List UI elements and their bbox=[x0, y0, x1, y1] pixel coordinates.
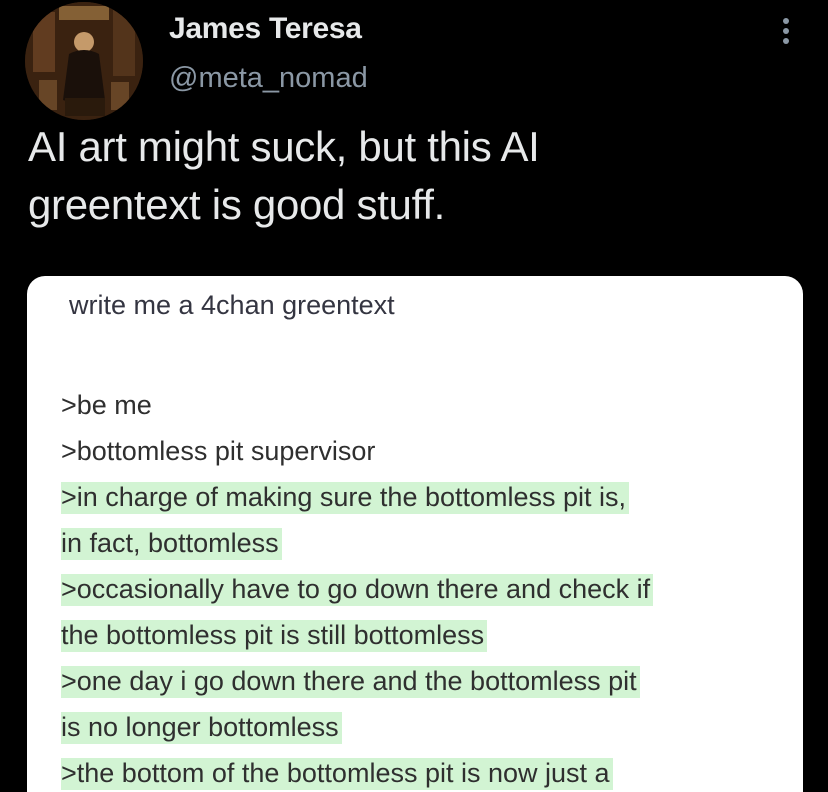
avatar-painting-icon bbox=[25, 2, 143, 120]
tweet-text-line: greentext is good stuff. bbox=[28, 181, 445, 228]
greentext-line: is no longer bottomless bbox=[61, 704, 791, 750]
author-handle[interactable]: @meta_nomad bbox=[169, 62, 368, 95]
greentext-line-text: >be me bbox=[61, 390, 152, 420]
greentext-line-text: >the bottom of the bottomless pit is now… bbox=[61, 758, 613, 790]
greentext-line: >in charge of making sure the bottomless… bbox=[61, 474, 791, 520]
tweet-text: AI art might suck, but this AI greentext… bbox=[28, 118, 748, 234]
author-display-name[interactable]: James Teresa bbox=[169, 12, 362, 46]
greentext-line-text: is no longer bottomless bbox=[61, 712, 342, 744]
avatar[interactable] bbox=[25, 2, 143, 120]
greentext-line: the bottomless pit is still bottomless bbox=[61, 612, 791, 658]
greentext-completion: >be me >bottomless pit supervisor >in char… bbox=[61, 382, 791, 792]
greentext-line: >the bottom of the bottomless pit is now… bbox=[61, 750, 791, 792]
greentext-line: >one day i go down there and the bottoml… bbox=[61, 658, 791, 704]
more-vertical-icon[interactable] bbox=[772, 14, 800, 48]
greentext-line-text: in fact, bottomless bbox=[61, 528, 282, 560]
greentext-line: in fact, bottomless bbox=[61, 520, 791, 566]
greentext-line-text: >one day i go down there and the bottoml… bbox=[61, 666, 640, 698]
tweet-media-image[interactable]: write me a 4chan greentext >be me >bottom… bbox=[27, 276, 803, 792]
greentext-line-text: the bottomless pit is still bottomless bbox=[61, 620, 488, 652]
greentext-line-text: >bottomless pit supervisor bbox=[61, 436, 376, 466]
greentext-line-text: >occasionally have to go down there and … bbox=[61, 574, 654, 606]
greentext-line-text: >in charge of making sure the bottomless… bbox=[61, 482, 630, 514]
tweet-text-line: AI art might suck, but this AI bbox=[28, 123, 540, 170]
greentext-line: >bottomless pit supervisor bbox=[61, 428, 791, 474]
prompt-text: write me a 4chan greentext bbox=[69, 290, 395, 320]
greentext-line: >be me bbox=[61, 382, 791, 428]
greentext-line: >occasionally have to go down there and … bbox=[61, 566, 791, 612]
